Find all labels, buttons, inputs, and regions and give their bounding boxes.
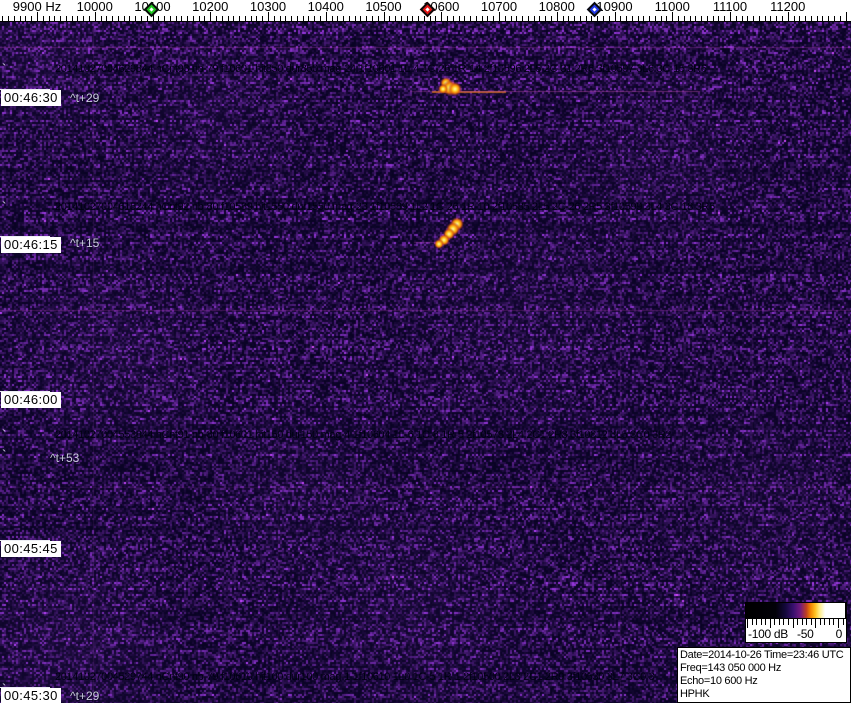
colormap-gradient-bar <box>745 602 846 619</box>
legend-tick <box>783 619 784 625</box>
legend-tick <box>765 619 766 625</box>
time-shift-label: ^t+15 <box>70 236 99 250</box>
info-date-time: Date=2014-10-26 Time=23:46 UTC <box>680 649 848 662</box>
time-label: 00:46:30 <box>1 90 61 106</box>
legend-tick <box>815 619 816 628</box>
edge-tick-mark: ` <box>2 64 6 73</box>
info-frequency: Freq=143 050 000 Hz <box>680 662 848 675</box>
echo-annotation: 20141027004553844 hCnt91 nb-80 f10601 hi… <box>55 429 671 441</box>
echo-annotation: 20141027004529744 hCnt90 nb-79 f10610 hi… <box>55 671 654 683</box>
annotation-overlay: 00:46:30 00:46:15 00:46:00 00:45:45 00:45:30… <box>0 0 851 703</box>
time-shift-label: ^t+53 <box>50 451 79 465</box>
legend-tick <box>843 619 844 625</box>
legend-tick <box>774 619 775 625</box>
time-shift-label: ^t+29 <box>70 91 99 105</box>
info-echo-freq: Echo=10 600 Hz <box>680 675 848 688</box>
time-label: 00:45:45 <box>1 541 61 557</box>
info-station-id: HPHK <box>680 688 848 701</box>
edge-tick-mark: ` <box>2 202 6 211</box>
time-shift-label: ^t+29 <box>70 689 99 703</box>
echo-annotation: 20141027004615244 hCnt92 nb-80 f10589 hi… <box>55 201 715 213</box>
db-scale-mid-label: -50 <box>797 627 813 641</box>
spectrogram-window: 9900 Hz100001010010200103001040010500106… <box>0 0 851 703</box>
legend-tick <box>820 619 821 625</box>
legend-tick <box>824 619 825 625</box>
edge-tick-mark: ` <box>2 430 6 439</box>
db-color-scale: -100 dB -50 0 <box>745 602 847 643</box>
legend-tick <box>793 619 794 628</box>
echo-annotation: 20141027004629844 hCnt93 nb-79 f10601 hi… <box>55 63 707 75</box>
time-label: 00:46:15 <box>1 237 61 253</box>
legend-tick <box>811 619 812 625</box>
legend-tick <box>833 619 834 625</box>
time-label: 00:46:00 <box>1 392 61 408</box>
db-scale-max-label: 0 <box>836 627 842 641</box>
legend-tick <box>806 619 807 625</box>
legend-tick <box>788 619 789 625</box>
legend-tick <box>761 619 762 625</box>
legend-tick <box>756 619 757 625</box>
status-info-box: Date=2014-10-26 Time=23:46 UTC Freq=143 … <box>677 647 851 703</box>
db-scale-min-label: -100 dB <box>748 627 788 641</box>
legend-tick <box>829 619 830 625</box>
time-label: 00:45:30 <box>1 688 61 703</box>
legend-tick <box>779 619 780 625</box>
legend-tick <box>797 619 798 625</box>
edge-tick-mark: ` <box>2 450 6 459</box>
edge-tick-mark: ` <box>2 684 6 693</box>
legend-tick <box>752 619 753 625</box>
legend-tick <box>802 619 803 625</box>
